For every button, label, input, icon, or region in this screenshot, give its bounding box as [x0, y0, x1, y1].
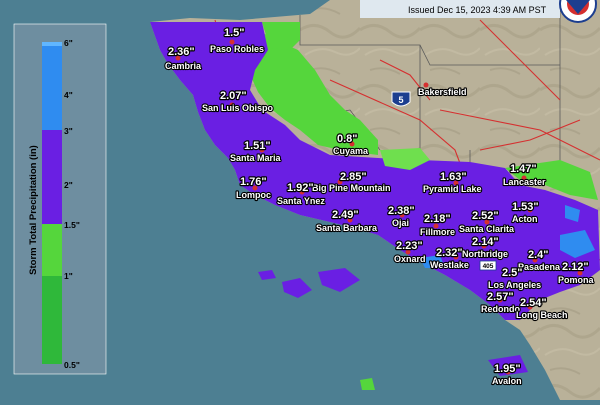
legend-tick-15: 1.5" [64, 220, 80, 230]
amount-long-beach: 2.54" [520, 297, 547, 309]
amount-westlake: 2.32" [436, 247, 463, 259]
city-pasadena: Pasadena [518, 262, 561, 272]
legend-tick-05: 0.5" [64, 360, 80, 370]
amount-pyramid-lake: 1.63" [440, 171, 467, 183]
legend-title: Storm Total Precipitation (in) [28, 145, 39, 275]
map-canvas: Issued Dec 15, 2023 4:39 AM PST 5 405 6"… [0, 0, 600, 400]
city-santa-barbara: Santa Barbara [316, 223, 378, 233]
city-lancaster: Lancaster [503, 177, 546, 187]
amount-fillmore: 2.18" [424, 213, 451, 225]
issued-text: Issued Dec 15, 2023 4:39 AM PST [408, 5, 547, 15]
interstate-5-shield: 5 [391, 91, 411, 107]
precipitation-map: Issued Dec 15, 2023 4:39 AM PST 5 405 6"… [0, 0, 600, 400]
city-long-beach: Long Beach [516, 310, 568, 320]
legend-tick-2: 2" [64, 180, 73, 190]
interstate-label: 5 [398, 95, 403, 105]
city-santa-maria: Santa Maria [230, 153, 282, 163]
legend: 6" 4" 3" 2" 1.5" 1" 0.5" Storm Total Pre… [13, 23, 107, 375]
amount-pomona: 2.12" [562, 261, 589, 273]
city-paso-robles: Paso Robles [210, 44, 264, 54]
city-santa-clarita: Santa Clarita [459, 224, 515, 234]
city-santa-ynez: Santa Ynez [277, 196, 325, 206]
legend-tick-4: 4" [64, 90, 73, 100]
amount-los-angeles: 2.5" [502, 267, 523, 279]
highway-405-shield: 405 [479, 260, 497, 271]
city-cuyama: Cuyama [333, 146, 369, 156]
amount-acton: 1.53" [512, 201, 539, 213]
city-los-angeles: Los Angeles [488, 280, 541, 290]
city-redondo: Redondo [481, 304, 520, 314]
legend-swatch-4 [42, 46, 62, 130]
city-big-pine-mountain: Big Pine Mountain [312, 183, 391, 193]
amount-santa-barbara: 2.49" [332, 209, 359, 221]
legend-tick-6: 6" [64, 38, 73, 48]
amount-santa-clarita: 2.52" [472, 210, 499, 222]
city-avalon: Avalon [492, 376, 522, 386]
city-northridge: Northridge [462, 249, 508, 259]
legend-swatch-1 [42, 224, 62, 276]
city-lompoc: Lompoc [236, 190, 271, 200]
amount-oxnard: 2.23" [396, 240, 423, 252]
amount-avalon: 1.95" [494, 363, 521, 375]
amount-northridge: 2.14" [472, 236, 499, 248]
amount-cuyama: 0.8" [337, 133, 358, 145]
city-fillmore: Fillmore [420, 227, 455, 237]
city-oxnard: Oxnard [394, 254, 426, 264]
city-cambria: Cambria [165, 61, 202, 71]
amount-paso-robles: 1.5" [224, 27, 245, 39]
amount-cambria: 2.36" [168, 46, 195, 58]
amount-redondo: 2.57" [487, 291, 514, 303]
legend-tick-1: 1" [64, 271, 73, 281]
city-pyramid-lake: Pyramid Lake [423, 184, 482, 194]
city-san-luis-obispo: San Luis Obispo [202, 103, 274, 113]
city-acton: Acton [512, 214, 538, 224]
amount-lompoc: 1.76" [240, 176, 267, 188]
amount-big-pine-mountain: 2.85" [340, 171, 367, 183]
amount-santa-maria: 1.51" [244, 140, 271, 152]
legend-tick-3: 3" [64, 126, 73, 136]
city-pomona: Pomona [558, 275, 594, 285]
svg-text:405: 405 [483, 263, 494, 270]
city-bakersfield: Bakersfield [418, 87, 467, 97]
amount-ojai: 2.38" [388, 205, 415, 217]
legend-swatch-05 [42, 276, 62, 364]
amount-san-luis-obispo: 2.07" [220, 90, 247, 102]
city-ojai: Ojai [392, 218, 409, 228]
amount-santa-ynez: 1.92" [287, 182, 314, 194]
legend-swatch-6 [42, 42, 62, 46]
city-westlake: Westlake [430, 260, 469, 270]
amount-pasadena: 2.4" [528, 249, 549, 261]
amount-lancaster: 1.47" [510, 163, 537, 175]
legend-swatch-2 [42, 130, 62, 224]
